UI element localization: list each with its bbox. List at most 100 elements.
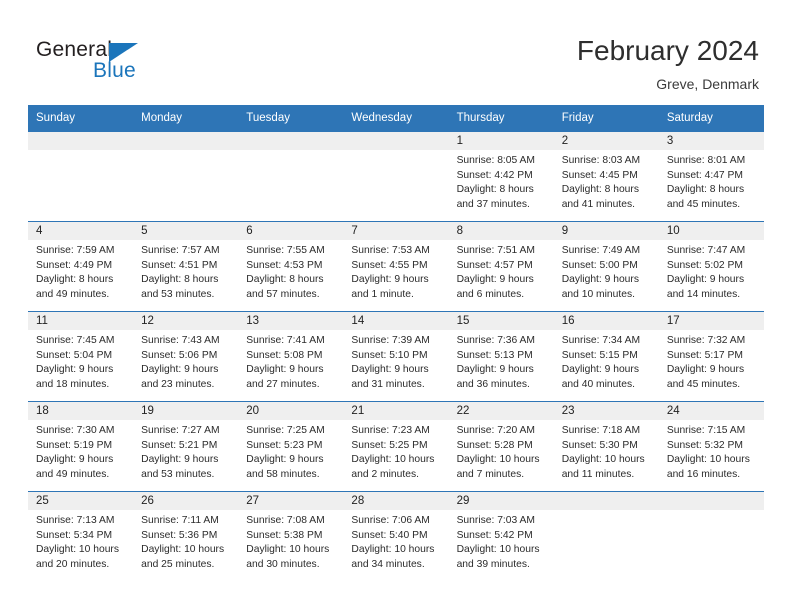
calendar-day-cell[interactable]: 22 Sunrise: 7:20 AM Sunset: 5:28 PM Dayligh… — [448, 401, 554, 492]
sunrise-time: Sunrise: 7:32 AM — [666, 335, 746, 346]
calendar-page: General Blue February 2024 Greve, Denmar… — [0, 0, 792, 612]
calendar-day-cell[interactable]: 5 Sunrise: 7:57 AM Sunset: 4:51 PM Daylight… — [133, 221, 239, 312]
day-details: Sunrise: 8:03 AM Sunset: 4:45 PM Daylight:… — [554, 150, 659, 212]
page-title: February 2024 — [576, 35, 759, 66]
day-details: Sunrise: 7:47 AM Sunset: 5:02 PM Daylight:… — [659, 240, 764, 302]
calendar-day-cell[interactable]: 21 Sunrise: 7:23 AM Sunset: 5:25 PM Dayligh… — [343, 401, 449, 492]
day-details: Sunrise: 7:11 AM Sunset: 5:36 PM Daylight:… — [133, 510, 238, 572]
calendar-day-cell[interactable]: 26 Sunrise: 7:11 AM Sunset: 5:36 PM Dayligh… — [133, 491, 239, 581]
sunset-time: Sunset: 5:42 PM — [456, 529, 533, 541]
sunset-time: Sunset: 5:06 PM — [141, 349, 218, 361]
sunset-time: Sunset: 5:19 PM — [36, 439, 113, 451]
calendar-day-cell[interactable]: 2 Sunrise: 8:03 AM Sunset: 4:45 PM Daylight… — [553, 131, 659, 222]
daylight-duration-line1: Daylight: 9 hours — [351, 274, 429, 286]
sunset-time: Sunset: 4:57 PM — [456, 259, 533, 271]
sunrise-time: Sunrise: 8:03 AM — [561, 155, 641, 166]
calendar-day-cell[interactable]: 29 Sunrise: 7:03 AM Sunset: 5:42 PM Dayligh… — [448, 491, 554, 581]
calendar-day-cell[interactable]: 8 Sunrise: 7:51 AM Sunset: 4:57 PM Daylight… — [448, 221, 554, 312]
calendar-day-cell[interactable]: 25 Sunrise: 7:13 AM Sunset: 5:34 PM Dayligh… — [28, 491, 134, 581]
daylight-duration-line2: and 34 minutes. — [351, 558, 425, 570]
day-cell-inner: 17 Sunrise: 7:32 AM Sunset: 5:17 PM Dayligh… — [658, 312, 764, 401]
day-details: Sunrise: 7:51 AM Sunset: 4:57 PM Daylight:… — [449, 240, 554, 302]
calendar-day-cell[interactable]: 16 Sunrise: 7:34 AM Sunset: 5:15 PM Dayligh… — [553, 311, 659, 402]
daylight-duration-line1: Daylight: 8 hours — [666, 184, 745, 196]
sunrise-time: Sunrise: 8:01 AM — [666, 155, 746, 166]
daylight-duration-line2: and 6 minutes. — [456, 288, 525, 300]
daylight-duration-line1: Daylight: 10 hours — [456, 544, 540, 556]
sunrise-time: Sunrise: 7:51 AM — [456, 245, 535, 256]
daylight-duration-line1: Daylight: 10 hours — [246, 544, 330, 556]
daylight-duration-line1: Daylight: 10 hours — [351, 544, 435, 556]
calendar-day-cell[interactable]: 13 Sunrise: 7:41 AM Sunset: 5:08 PM Dayligh… — [238, 311, 344, 402]
sunset-time: Sunset: 5:21 PM — [141, 439, 218, 451]
calendar-day-cell[interactable]: 3 Sunrise: 8:01 AM Sunset: 4:47 PM Daylight… — [658, 131, 764, 222]
day-details: Sunrise: 7:23 AM Sunset: 5:25 PM Daylight:… — [343, 420, 448, 482]
day-number: 26 — [133, 492, 239, 510]
day-cell-inner: 18 Sunrise: 7:30 AM Sunset: 5:19 PM Dayligh… — [28, 402, 134, 491]
sunset-time: Sunset: 5:30 PM — [561, 439, 638, 451]
day-cell-inner: 8 Sunrise: 7:51 AM Sunset: 4:57 PM Daylight… — [448, 222, 554, 311]
day-details: Sunrise: 7:49 AM Sunset: 5:00 PM Daylight:… — [554, 240, 659, 302]
sunrise-sunset-calendar: Sunday Monday Tuesday Wednesday Thursday… — [28, 105, 764, 581]
sunset-time: Sunset: 5:10 PM — [351, 349, 428, 361]
sunrise-time: Sunrise: 7:25 AM — [246, 425, 325, 436]
day-cell-inner: 28 Sunrise: 7:06 AM Sunset: 5:40 PM Dayligh… — [343, 492, 449, 581]
calendar-day-cell[interactable]: 24 Sunrise: 7:15 AM Sunset: 5:32 PM Dayligh… — [658, 401, 764, 492]
daylight-duration-line1: Daylight: 8 hours — [246, 274, 324, 286]
calendar-day-cell[interactable]: 9 Sunrise: 7:49 AM Sunset: 5:00 PM Daylight… — [553, 221, 659, 312]
sunset-time: Sunset: 5:32 PM — [666, 439, 743, 451]
calendar-day-cell[interactable]: 20 Sunrise: 7:25 AM Sunset: 5:23 PM Dayligh… — [238, 401, 344, 492]
day-number: 27 — [238, 492, 344, 510]
calendar-day-cell[interactable]: 23 Sunrise: 7:18 AM Sunset: 5:30 PM Dayligh… — [553, 401, 659, 492]
daylight-duration-line2: and 27 minutes. — [246, 378, 320, 390]
day-number: 13 — [238, 312, 344, 330]
calendar-week-row: 25 Sunrise: 7:13 AM Sunset: 5:34 PM Dayligh… — [28, 491, 764, 581]
sunset-time: Sunset: 5:04 PM — [36, 349, 113, 361]
sunset-time: Sunset: 5:36 PM — [141, 529, 218, 541]
calendar-day-cell[interactable]: 4 Sunrise: 7:59 AM Sunset: 4:49 PM Daylight… — [28, 221, 134, 312]
day-number: 19 — [133, 402, 239, 420]
sunset-time: Sunset: 5:00 PM — [561, 259, 638, 271]
calendar-day-cell[interactable]: 7 Sunrise: 7:53 AM Sunset: 4:55 PM Daylight… — [343, 221, 449, 312]
daylight-duration-line1: Daylight: 8 hours — [561, 184, 639, 196]
day-cell-inner: 20 Sunrise: 7:25 AM Sunset: 5:23 PM Dayligh… — [238, 402, 344, 491]
day-number — [553, 492, 659, 510]
calendar-day-cell[interactable]: 1 Sunrise: 8:05 AM Sunset: 4:42 PM Daylight… — [448, 131, 554, 222]
calendar-day-cell[interactable]: 14 Sunrise: 7:39 AM Sunset: 5:10 PM Dayligh… — [343, 311, 449, 402]
daylight-duration-line2: and 18 minutes. — [36, 378, 110, 390]
calendar-day-cell[interactable]: 11 Sunrise: 7:45 AM Sunset: 5:04 PM Dayligh… — [28, 311, 134, 402]
calendar-day-cell[interactable]: 12 Sunrise: 7:43 AM Sunset: 5:06 PM Dayligh… — [133, 311, 239, 402]
daylight-duration-line1: Daylight: 9 hours — [36, 454, 114, 466]
general-blue-logo[interactable]: General Blue — [36, 38, 216, 86]
day-number: 15 — [448, 312, 554, 330]
calendar-day-cell[interactable]: 17 Sunrise: 7:32 AM Sunset: 5:17 PM Dayligh… — [658, 311, 764, 402]
daylight-duration-line1: Daylight: 9 hours — [666, 364, 745, 376]
calendar-day-cell-empty — [133, 131, 239, 222]
day-number: 3 — [658, 132, 764, 150]
calendar-day-cell[interactable]: 18 Sunrise: 7:30 AM Sunset: 5:19 PM Dayligh… — [28, 401, 134, 492]
daylight-duration-line2: and 45 minutes. — [666, 198, 741, 210]
sunset-time: Sunset: 4:49 PM — [36, 259, 113, 271]
sunrise-time: Sunrise: 7:53 AM — [351, 245, 430, 256]
calendar-day-cell[interactable]: 6 Sunrise: 7:55 AM Sunset: 4:53 PM Daylight… — [238, 221, 344, 312]
calendar-day-cell[interactable]: 19 Sunrise: 7:27 AM Sunset: 5:21 PM Dayligh… — [133, 401, 239, 492]
calendar-day-cell[interactable]: 10 Sunrise: 7:47 AM Sunset: 5:02 PM Dayligh… — [658, 221, 764, 312]
daylight-duration-line1: Daylight: 9 hours — [141, 364, 219, 376]
daylight-duration-line1: Daylight: 9 hours — [561, 274, 639, 286]
day-details: Sunrise: 7:15 AM Sunset: 5:32 PM Daylight:… — [659, 420, 764, 482]
daylight-duration-line1: Daylight: 10 hours — [666, 454, 750, 466]
daylight-duration-line1: Daylight: 9 hours — [456, 364, 534, 376]
daylight-duration-line1: Daylight: 9 hours — [246, 454, 324, 466]
day-number — [133, 132, 239, 150]
sunrise-time: Sunrise: 7:39 AM — [351, 335, 430, 346]
calendar-day-cell-empty — [553, 491, 659, 581]
calendar-day-cell[interactable]: 27 Sunrise: 7:08 AM Sunset: 5:38 PM Dayligh… — [238, 491, 344, 581]
sunrise-time: Sunrise: 7:47 AM — [666, 245, 746, 256]
daylight-duration-line1: Daylight: 8 hours — [456, 184, 534, 196]
daylight-duration-line2: and 1 minute. — [351, 288, 414, 300]
calendar-day-cell[interactable]: 28 Sunrise: 7:06 AM Sunset: 5:40 PM Dayligh… — [343, 491, 449, 581]
title-block: February 2024 Greve, Denmark — [577, 34, 759, 94]
calendar-day-cell[interactable]: 15 Sunrise: 7:36 AM Sunset: 5:13 PM Dayligh… — [448, 311, 554, 402]
daylight-duration-line2: and 2 minutes. — [351, 468, 419, 480]
sunrise-time: Sunrise: 7:08 AM — [246, 515, 325, 526]
